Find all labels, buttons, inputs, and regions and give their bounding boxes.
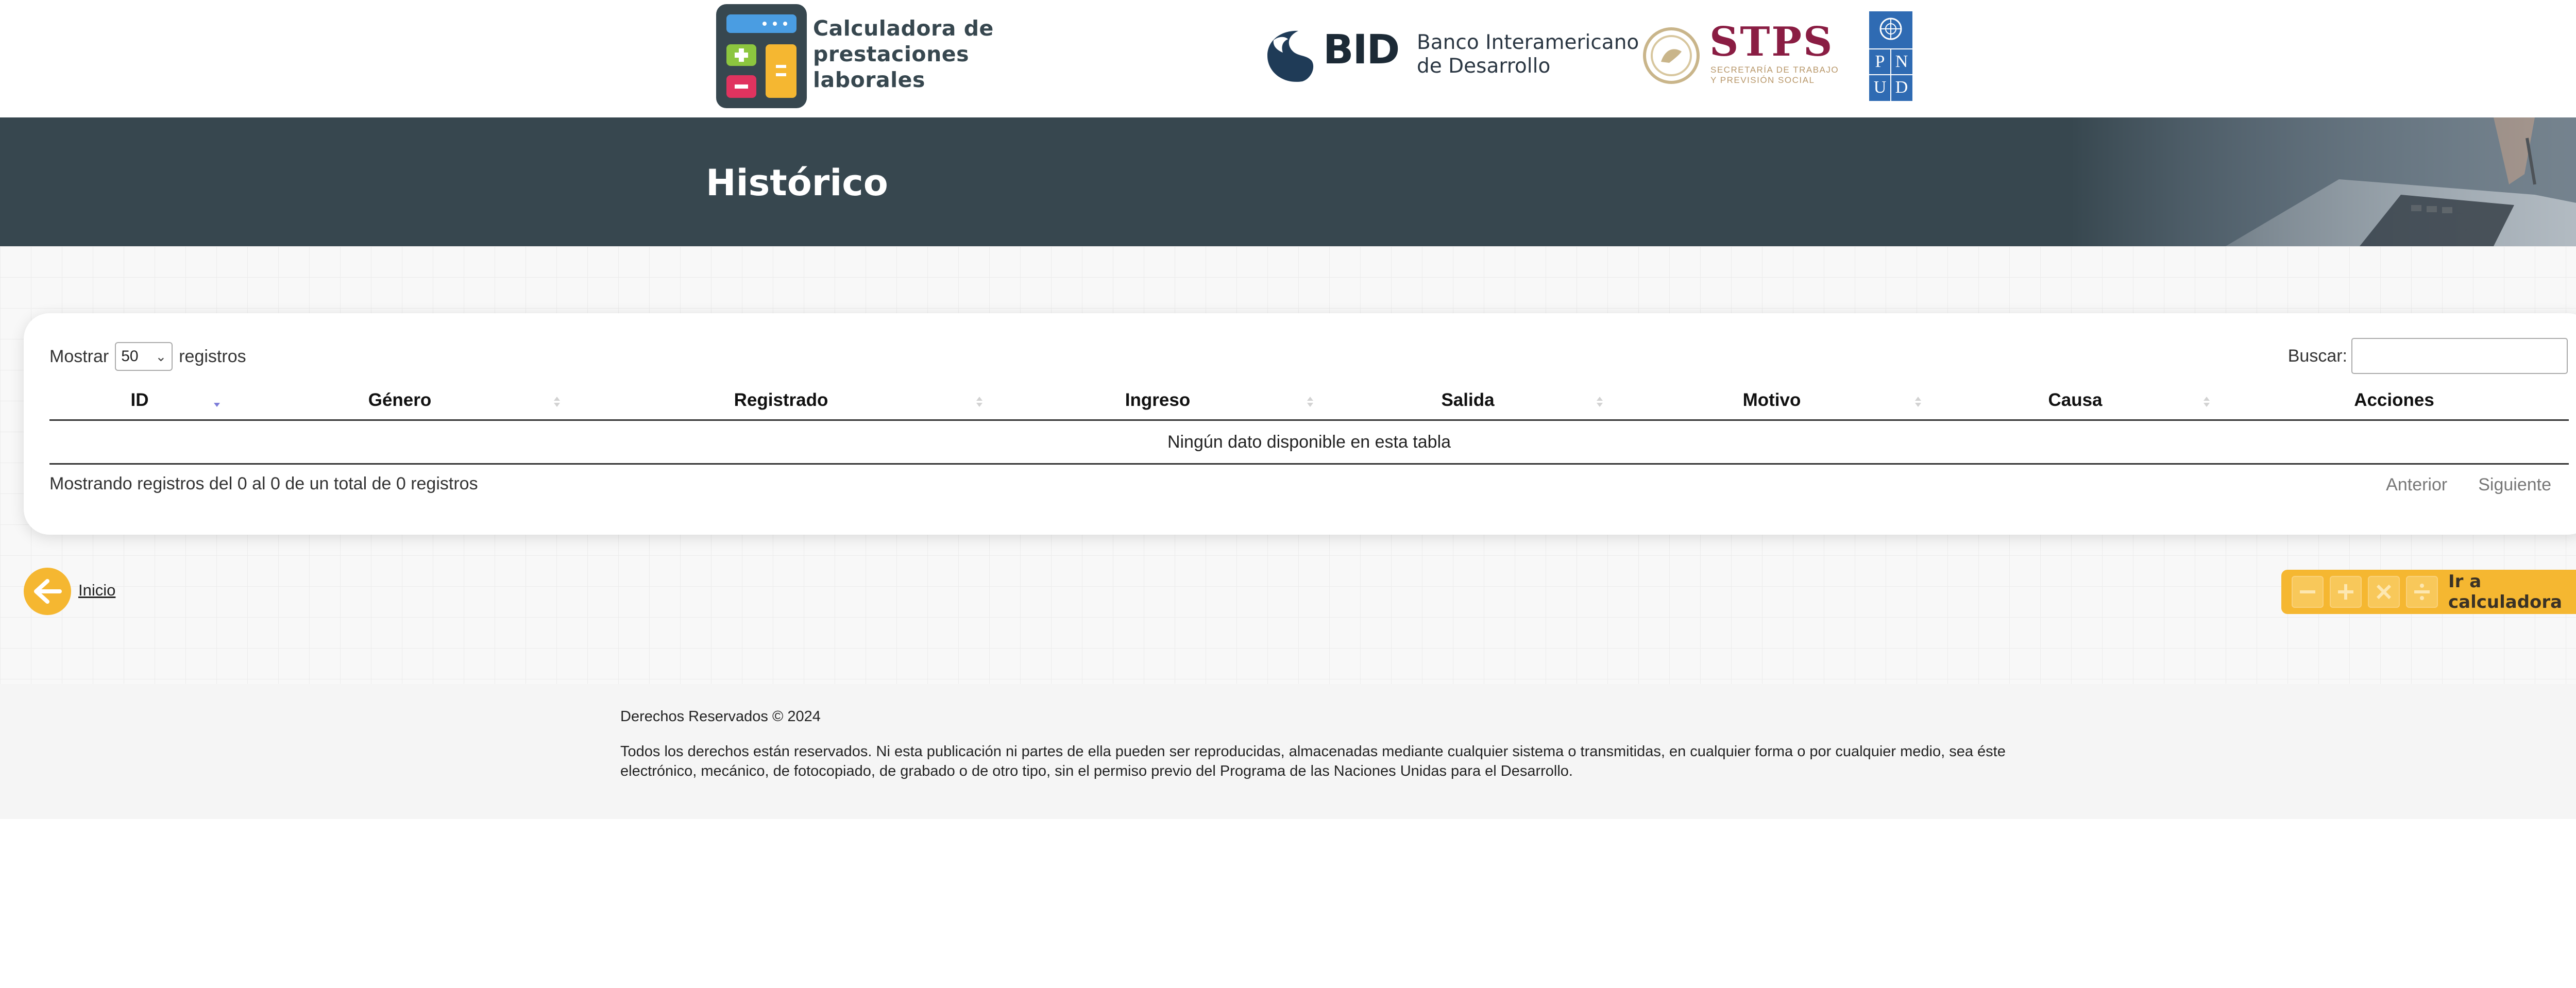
pnud-logo: P N U D xyxy=(1869,11,1912,101)
sort-icon xyxy=(1915,397,1921,407)
page-banner: Histórico xyxy=(0,117,2576,246)
calculator-photo xyxy=(2071,117,2576,246)
pnud-letter: D xyxy=(1895,78,1908,97)
calculator-logo-icon xyxy=(716,4,807,108)
column-header-label: Ingreso xyxy=(1125,390,1191,410)
show-label: Mostrar xyxy=(49,346,109,366)
app-title: Calculadora de prestaciones laborales xyxy=(813,16,994,92)
sort-descending-icon xyxy=(214,403,220,407)
column-header-registrado[interactable]: Registrado xyxy=(570,381,992,421)
sort-icon xyxy=(1597,397,1603,407)
sort-icon xyxy=(554,397,560,407)
multiply-key-icon xyxy=(2368,576,2400,608)
column-header-label: Registrado xyxy=(734,390,828,410)
mexico-seal-icon xyxy=(1643,27,1700,84)
column-header-label: Salida xyxy=(1441,390,1495,410)
bid-abbrev: BID xyxy=(1323,27,1400,73)
search-label: Buscar: xyxy=(2287,346,2347,366)
column-header-causa[interactable]: Causa xyxy=(1931,381,2219,421)
un-emblem-icon xyxy=(1879,18,1902,40)
go-to-calculator-label: Ir a calculadora xyxy=(2448,571,2563,612)
table-info: Mostrando registros del 0 al 0 de un tot… xyxy=(49,474,478,493)
stps-abbrev: STPS xyxy=(1709,19,1834,65)
home-link[interactable]: Inicio xyxy=(78,581,115,600)
pagination: Anterior Siguiente xyxy=(2386,475,2551,495)
column-header-ingreso[interactable]: Ingreso xyxy=(992,381,1323,421)
sort-icon xyxy=(976,397,982,407)
column-header-id[interactable]: ID xyxy=(49,381,230,421)
table-row: Ningún dato disponible en esta tabla xyxy=(49,420,2569,465)
column-header-genero[interactable]: Género xyxy=(230,381,570,421)
search-input[interactable] xyxy=(2351,338,2568,374)
previous-page-button[interactable]: Anterior xyxy=(2386,475,2447,495)
divide-key-icon xyxy=(2406,576,2438,608)
page-length-value: 50 xyxy=(121,348,139,365)
records-table: ID Género Registrado Ingreso Salida Moti… xyxy=(49,381,2569,465)
page-length-select[interactable]: 50 ⌄ xyxy=(115,342,173,371)
legal-notice: Todos los derechos están reservados. Ni … xyxy=(620,743,2006,779)
arrow-left-icon xyxy=(34,579,62,604)
copyright-text: Derechos Reservados © 2024 xyxy=(620,708,821,725)
search-control: Buscar: xyxy=(2288,338,2568,374)
column-header-label: Causa xyxy=(2048,390,2103,410)
sort-icon xyxy=(1307,397,1313,407)
next-page-button[interactable]: Siguiente xyxy=(2478,475,2551,495)
column-header-salida[interactable]: Salida xyxy=(1323,381,1613,421)
plus-key-icon xyxy=(2330,576,2362,608)
pnud-letter: P xyxy=(1875,52,1885,71)
site-header: Calculadora de prestaciones laborales BI… xyxy=(0,0,2576,117)
column-header-label: Acciones xyxy=(2354,390,2434,410)
back-button[interactable] xyxy=(24,568,71,615)
go-to-calculator-button[interactable]: Ir a calculadora xyxy=(2281,570,2576,614)
column-header-acciones: Acciones xyxy=(2219,381,2569,421)
sort-icon xyxy=(2204,397,2210,407)
column-header-label: ID xyxy=(130,390,149,410)
column-header-motivo[interactable]: Motivo xyxy=(1613,381,1931,421)
empty-table-message: Ningún dato disponible en esta tabla xyxy=(49,420,2569,465)
bid-name: Banco Interamericano de Desarrollo xyxy=(1417,31,1639,78)
stps-subtitle: SECRETARÍA DE TRABAJO Y PREVISIÓN SOCIAL xyxy=(1710,65,1839,85)
minus-key-icon xyxy=(2292,576,2324,608)
column-header-label: Género xyxy=(368,390,432,410)
pnud-letter: N xyxy=(1895,52,1908,71)
column-header-label: Motivo xyxy=(1742,390,1801,410)
page-length-control: Mostrar 50 ⌄ registros xyxy=(49,342,246,371)
table-header-row: ID Género Registrado Ingreso Salida Moti… xyxy=(49,381,2569,421)
records-label: registros xyxy=(179,346,246,366)
page-title: Histórico xyxy=(706,162,888,204)
pnud-letter: U xyxy=(1873,78,1887,97)
chevron-down-icon: ⌄ xyxy=(155,348,167,364)
